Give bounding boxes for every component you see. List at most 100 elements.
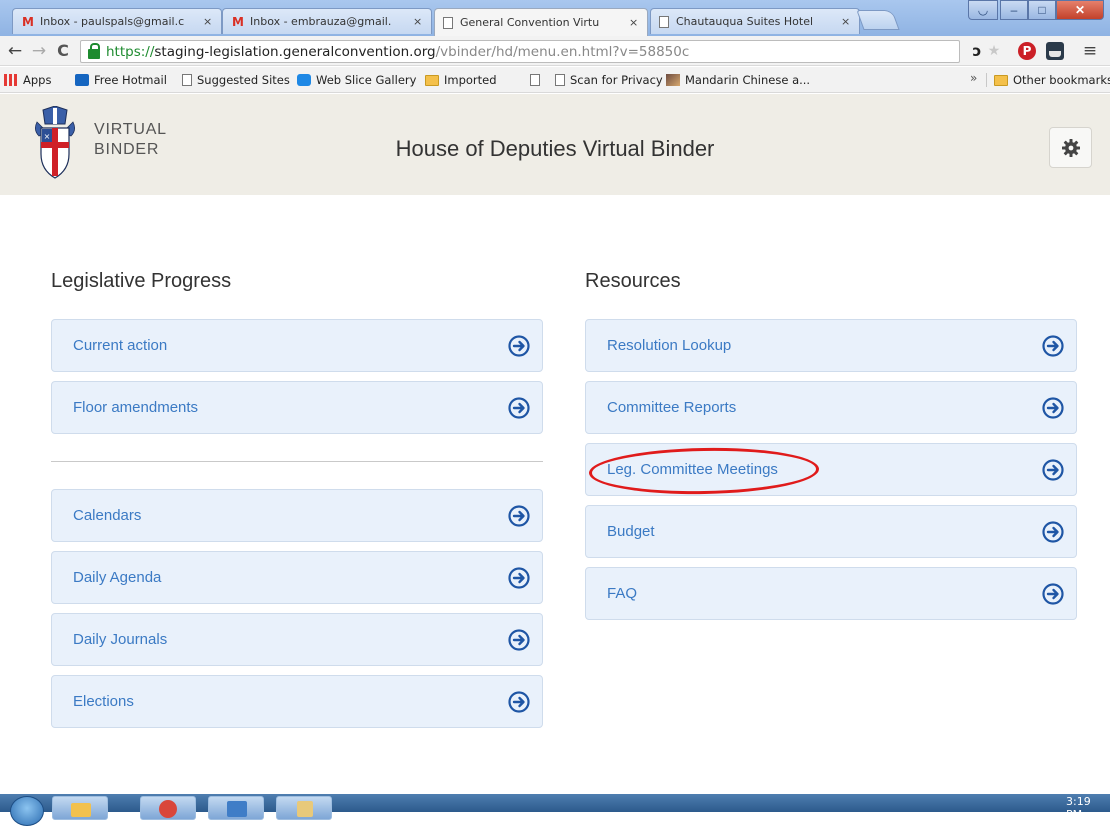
page-icon	[443, 16, 453, 29]
bookmark-star-icon[interactable]: ★	[986, 42, 1002, 60]
menu-item-label: Budget	[607, 523, 655, 540]
menu-item-elections[interactable]: Elections	[51, 675, 543, 728]
taskbar-paint-button[interactable]	[276, 796, 332, 820]
settings-button[interactable]	[1049, 127, 1092, 168]
tab-close-icon[interactable]: ×	[629, 16, 641, 29]
bookmarks-overflow-chevron[interactable]: »	[970, 71, 977, 85]
arrow-right-circle-icon	[508, 334, 530, 357]
resources-heading: Resources	[585, 270, 681, 292]
menu-item-label: Calendars	[73, 507, 142, 524]
tab-label: Inbox - paulspals@gmail.c	[40, 15, 185, 28]
forward-button[interactable]: →	[28, 40, 50, 62]
extension-icon[interactable]	[1046, 42, 1064, 60]
browser-tab-2[interactable]: M Inbox - embrauza@gmail. ×	[222, 8, 432, 34]
menu-item-budget[interactable]: Budget	[585, 505, 1077, 558]
address-bar[interactable]: https:// staging-legislation.generalconv…	[80, 40, 960, 63]
bookmark-label: Web Slice Gallery	[316, 73, 417, 87]
page-icon	[555, 74, 565, 86]
arrow-right-circle-icon	[508, 566, 530, 589]
taskbar-chrome-button[interactable]	[140, 796, 196, 820]
minimize-button[interactable]: –	[1000, 0, 1028, 20]
bookmark-mandarin-chinese[interactable]: Mandarin Chinese a...	[666, 71, 810, 89]
maximize-button[interactable]: □	[1028, 0, 1056, 20]
menu-item-label: Elections	[73, 693, 134, 710]
tab-label: Inbox - embrauza@gmail.	[250, 15, 392, 28]
close-window-button[interactable]: ✕	[1056, 0, 1104, 20]
arrow-right-circle-icon	[508, 628, 530, 651]
new-tab-button[interactable]	[856, 10, 900, 30]
mandarin-icon	[666, 74, 680, 86]
folder-icon	[994, 74, 1008, 86]
bookmark-web-slice-gallery[interactable]: Web Slice Gallery	[297, 71, 416, 89]
back-button[interactable]: ←	[4, 40, 26, 62]
menu-item-resolution-lookup[interactable]: Resolution Lookup	[585, 319, 1077, 372]
arrow-right-circle-icon	[508, 504, 530, 527]
tab-close-icon[interactable]: ×	[413, 15, 425, 28]
taskbar-outlook-button[interactable]	[208, 796, 264, 820]
apps-icon	[4, 74, 18, 86]
app-header: × VIRTUAL BINDER House of Deputies Virtu…	[0, 94, 1110, 195]
gmail-icon: M	[232, 14, 244, 29]
bookmark-free-hotmail[interactable]: Free Hotmail	[75, 71, 167, 89]
bookmark-other-bookmarks[interactable]: Other bookmarks	[994, 71, 1110, 89]
menu-item-calendars[interactable]: Calendars	[51, 489, 543, 542]
browser-tab-1[interactable]: M Inbox - paulspals@gmail.c ×	[12, 8, 222, 34]
menu-item-label: Resolution Lookup	[607, 337, 732, 354]
menu-item-label: Floor amendments	[73, 399, 199, 416]
browser-toolbar: ← → C https:// staging-legislation.gener…	[0, 36, 1110, 66]
browser-menu-icon[interactable]: ≡	[1080, 42, 1100, 60]
tab-label: General Convention Virtu	[460, 16, 600, 29]
menu-item-daily-journals[interactable]: Daily Journals	[51, 613, 543, 666]
menu-item-label: Current action	[73, 337, 168, 354]
folder-icon	[425, 74, 439, 86]
browser-tab-3-active[interactable]: General Convention Virtu ×	[434, 8, 648, 36]
arrow-right-circle-icon	[1042, 458, 1064, 481]
arrow-right-circle-icon	[508, 396, 530, 419]
bookmark-label: Free Hotmail	[94, 73, 167, 87]
url-path: /vbinder/hd/menu.en.html?v=58850c	[435, 43, 690, 60]
menu-item-floor-amendments[interactable]: Floor amendments	[51, 381, 543, 434]
bookmark-scan-for-privacy[interactable]: Scan for Privacy	[555, 71, 663, 89]
bookmark-suggested-sites[interactable]: Suggested Sites	[182, 71, 290, 89]
url-scheme: https://	[106, 43, 155, 60]
pinterest-extension-icon[interactable]: P	[1018, 42, 1036, 60]
reload-button[interactable]: C	[52, 40, 74, 62]
bookmark-apps[interactable]: Apps	[4, 71, 51, 89]
arrow-right-circle-icon	[1042, 396, 1064, 419]
page-icon	[182, 74, 192, 86]
menu-item-faq[interactable]: FAQ	[585, 567, 1077, 620]
url-host: staging-legislation.generalconvention.or…	[154, 43, 436, 60]
menu-item-committee-reports[interactable]: Committee Reports	[585, 381, 1077, 434]
page-icon	[659, 15, 669, 28]
menu-item-label: Daily Agenda	[73, 569, 162, 586]
hotmail-icon	[75, 74, 89, 86]
windows-taskbar: 3:19 PM	[0, 794, 1110, 826]
arrow-right-circle-icon	[1042, 520, 1064, 543]
taskbar-clock: 3:19 PM	[1066, 795, 1091, 821]
sync-icon[interactable]: ↄ	[968, 42, 986, 60]
menu-item-label: Committee Reports	[607, 399, 737, 416]
browser-tab-4[interactable]: Chautauqua Suites Hotel ×	[650, 8, 860, 34]
tab-close-icon[interactable]: ×	[203, 15, 215, 28]
menu-item-leg-committee-meetings[interactable]: Leg. Committee Meetings	[585, 443, 1077, 496]
menu-item-daily-agenda[interactable]: Daily Agenda	[51, 551, 543, 604]
lock-icon	[88, 42, 100, 59]
tab-close-icon[interactable]: ×	[841, 15, 853, 28]
taskbar-explorer-button[interactable]	[52, 796, 108, 820]
gmail-icon: M	[22, 14, 34, 29]
menu-item-label: Leg. Committee Meetings	[607, 461, 778, 478]
ie-icon	[297, 74, 311, 86]
menu-item-current-action[interactable]: Current action	[51, 319, 543, 372]
user-profile-button[interactable]: ◡	[968, 0, 998, 20]
bookmark-untitled[interactable]	[530, 71, 545, 89]
arrow-right-circle-icon	[1042, 582, 1064, 605]
bookmark-label: Other bookmarks	[1013, 73, 1110, 87]
windows-start-button[interactable]	[10, 796, 44, 826]
tab-label: Chautauqua Suites Hotel	[676, 15, 814, 28]
bookmark-label: Mandarin Chinese a...	[685, 73, 811, 87]
legislative-progress-heading: Legislative Progress	[51, 270, 232, 292]
bookmark-folder-imported[interactable]: Imported	[425, 71, 497, 89]
page-title: House of Deputies Virtual Binder	[395, 136, 715, 161]
gear-icon	[1061, 138, 1080, 157]
arrow-right-circle-icon	[1042, 334, 1064, 357]
